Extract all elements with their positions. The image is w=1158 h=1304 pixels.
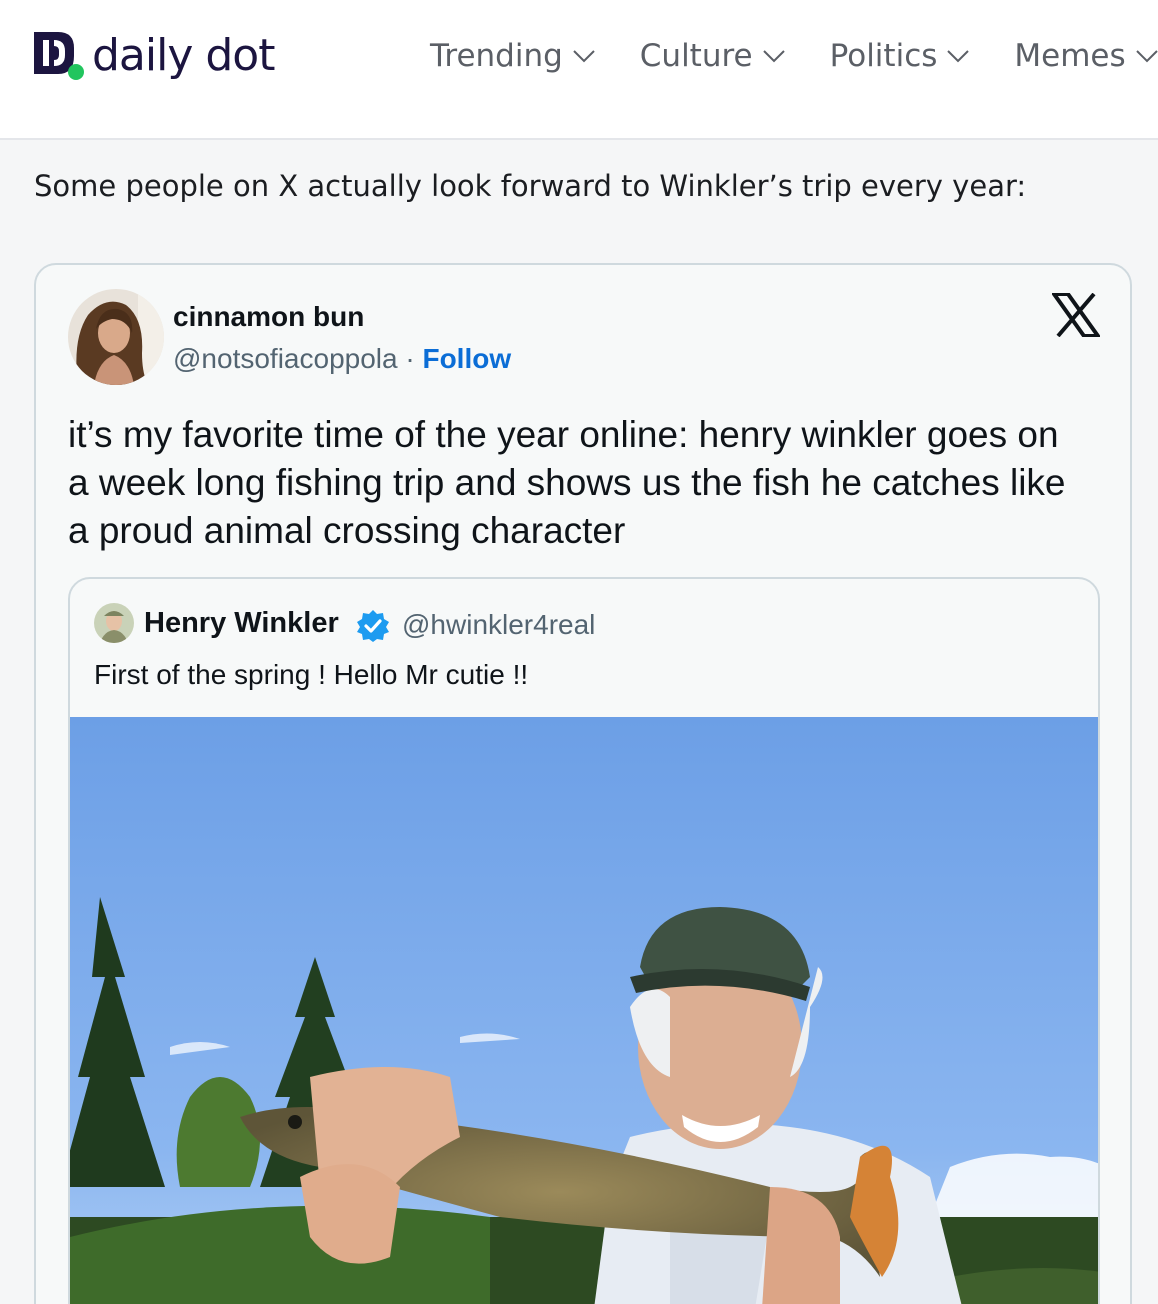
quoted-avatar-photo (94, 603, 134, 643)
chevron-down-icon (947, 50, 970, 63)
daily-dot-logo[interactable]: daily dot (32, 30, 275, 82)
logo-text: daily dot (92, 30, 275, 81)
tweet-photo[interactable] (70, 717, 1100, 1304)
nav-label: Memes (1014, 38, 1126, 74)
quoted-tweet[interactable]: Henry Winkler @hwinkler4real First of th… (68, 577, 1100, 1304)
tweet-author-handle[interactable]: @notsofiacoppola (173, 343, 398, 374)
site-header: daily dot Trending Culture Politics Meme… (0, 0, 1158, 140)
embedded-tweet[interactable]: cinnamon bun @notsofiacoppola · Follow i… (34, 263, 1132, 1304)
tweet-author-name[interactable]: cinnamon bun (173, 301, 364, 333)
article-intro-text: Some people on X actually look forward t… (34, 169, 1027, 203)
quoted-tweet-text: First of the spring ! Hello Mr cutie !! (94, 659, 529, 690)
avatar-photo (68, 289, 164, 385)
nav-item-memes[interactable]: Memes (1014, 38, 1158, 74)
tweet-body-text: it’s my favorite time of the year online… (68, 414, 1066, 551)
x-logo-icon[interactable] (1052, 293, 1100, 337)
tweet-author-meta: @notsofiacoppola · Follow (173, 343, 511, 375)
chevron-down-icon (573, 50, 595, 63)
main-nav: Trending Culture Politics Memes (430, 38, 1158, 74)
quoted-avatar[interactable] (94, 603, 134, 643)
quoted-author-handle[interactable]: @hwinkler4real (402, 609, 595, 641)
avatar[interactable] (68, 289, 164, 385)
meta-separator: · (397, 343, 423, 374)
nav-label: Trending (430, 38, 563, 74)
nav-item-culture[interactable]: Culture (640, 38, 786, 74)
nav-item-trending[interactable]: Trending (430, 38, 596, 74)
chevron-down-icon (762, 50, 785, 63)
nav-label: Culture (639, 38, 753, 74)
nav-item-politics[interactable]: Politics (830, 38, 971, 74)
nav-label: Politics (829, 38, 938, 74)
quoted-author-name[interactable]: Henry Winkler (144, 607, 339, 640)
daily-dot-logo-icon (34, 32, 84, 80)
verified-badge-icon (357, 610, 389, 642)
follow-link[interactable]: Follow (422, 343, 511, 374)
chevron-down-icon (1135, 50, 1158, 63)
